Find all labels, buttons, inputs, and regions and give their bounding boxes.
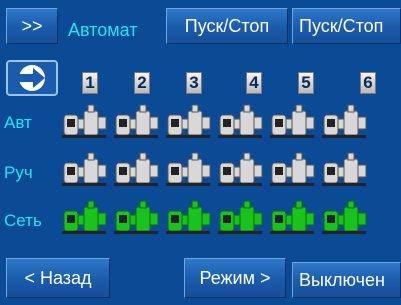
start-stop-label-1: Пуск/Стоп <box>184 15 270 36</box>
column-number-4: 4 <box>246 72 262 94</box>
mode-next-label: Режим > <box>199 267 271 288</box>
pump-icon[interactable] <box>166 199 212 235</box>
arrow-right-icon <box>19 65 45 91</box>
start-stop-button-1[interactable]: Пуск/Стоп <box>166 8 288 44</box>
column-number-5: 5 <box>298 72 314 94</box>
pump-icon[interactable] <box>62 199 108 235</box>
pump-icon[interactable] <box>114 151 160 187</box>
status-display: Выключен <box>292 262 401 298</box>
column-number-6: 6 <box>360 72 376 94</box>
start-stop-label-2: Пуск/Стоп <box>299 15 384 36</box>
pump-icon[interactable] <box>218 103 264 139</box>
nav-forward-label: >> <box>21 15 43 36</box>
mode-label: Автомат <box>68 20 138 40</box>
nav-forward-button[interactable]: >> <box>6 8 58 44</box>
column-number-3: 3 <box>186 72 202 94</box>
pump-icon[interactable] <box>218 151 264 187</box>
pump-icon[interactable] <box>114 199 160 235</box>
pump-icon[interactable] <box>114 103 160 139</box>
pump-icon[interactable] <box>166 103 212 139</box>
pump-icon[interactable] <box>270 151 316 187</box>
start-stop-button-2[interactable]: Пуск/Стоп <box>292 8 401 44</box>
pump-icon[interactable] <box>322 151 368 187</box>
pump-icon[interactable] <box>322 199 368 235</box>
column-number-2: 2 <box>134 72 150 94</box>
mode-next-button[interactable]: Режим > <box>184 258 286 298</box>
pump-icon[interactable] <box>62 151 108 187</box>
pump-icon[interactable] <box>270 199 316 235</box>
pump-icon[interactable] <box>218 199 264 235</box>
row-label-auto: Авт <box>4 113 32 132</box>
back-label: < Назад <box>24 267 92 288</box>
column-number-1: 1 <box>82 72 98 94</box>
pump-icon[interactable] <box>166 151 212 187</box>
pump-icon[interactable] <box>270 103 316 139</box>
arrow-button[interactable] <box>6 60 58 96</box>
back-button[interactable]: < Назад <box>6 258 110 298</box>
row-label-network: Сеть <box>4 211 42 230</box>
pump-icon[interactable] <box>322 103 368 139</box>
status-label: Выключен <box>299 269 385 290</box>
row-label-manual: Руч <box>4 163 33 182</box>
pump-icon[interactable] <box>62 103 108 139</box>
